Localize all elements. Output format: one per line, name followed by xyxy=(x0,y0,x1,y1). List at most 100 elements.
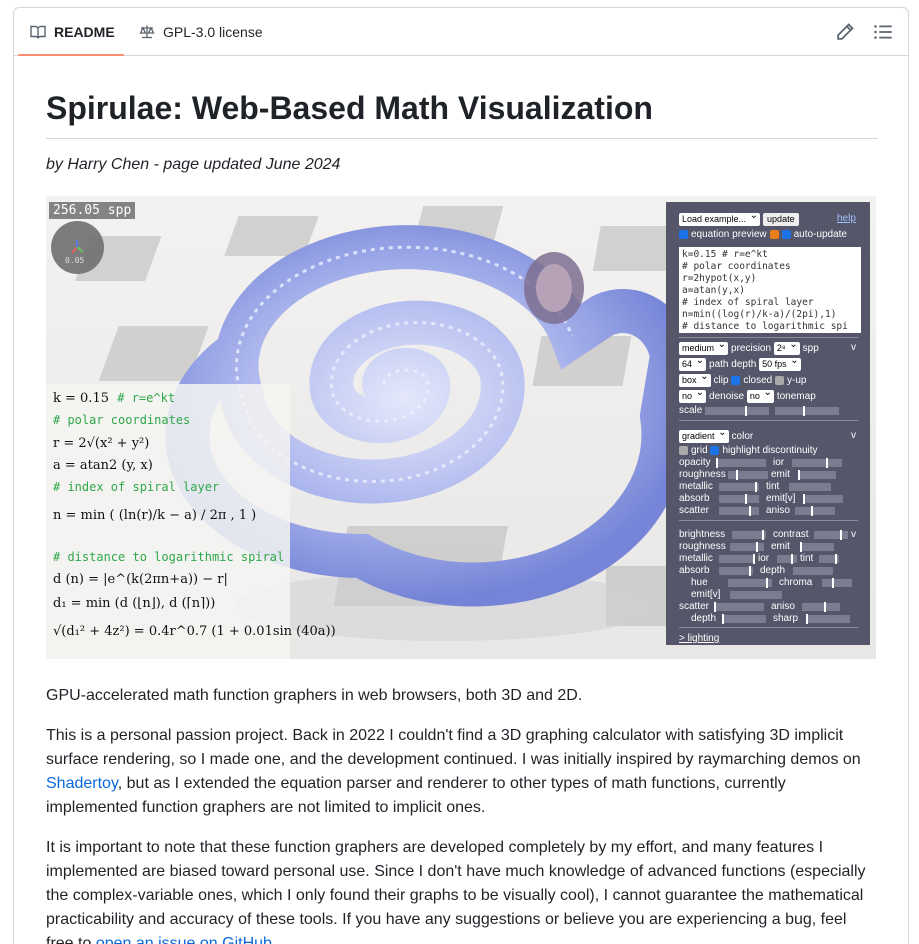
eq-surface: √(d₁² + 4z²) = 0.4r^0.7 (1 + 0.01sin (40… xyxy=(53,624,336,639)
scale-slider[interactable] xyxy=(705,405,770,416)
lighting-toggle[interactable]: > lighting xyxy=(679,633,719,644)
roughness2-label: roughness xyxy=(679,541,726,552)
auto-update-label: auto-update xyxy=(793,229,847,240)
emit2-label: emit xyxy=(771,541,790,552)
emit-slider[interactable] xyxy=(798,469,836,480)
help-link[interactable]: help xyxy=(837,213,856,224)
emit-label: emit xyxy=(771,469,790,480)
color-select[interactable]: gradient xyxy=(679,426,729,443)
eq-d1: d₁ = min (d (⌊n⌋), d (⌈n⌉)) xyxy=(53,596,216,611)
github-issue-link[interactable]: open an issue on GitHub xyxy=(96,935,272,944)
metallic-label: metallic xyxy=(679,481,713,492)
tint-slider[interactable] xyxy=(789,482,831,491)
collapse-toggle-2[interactable]: v xyxy=(851,430,856,441)
tonemap-select[interactable]: no xyxy=(746,386,774,403)
clip-label: clip xyxy=(713,375,729,386)
spp-label: spp xyxy=(802,343,819,354)
roughness-label: roughness xyxy=(679,469,726,480)
equation-preview-checkbox[interactable] xyxy=(679,230,688,239)
update-button[interactable]: update xyxy=(763,213,799,226)
sharp-label: sharp xyxy=(773,613,799,624)
metallic-slider[interactable] xyxy=(719,481,759,492)
depth-slider[interactable] xyxy=(793,566,833,575)
active-tab-underline xyxy=(18,54,124,56)
collapse-toggle-3[interactable]: v xyxy=(851,529,856,540)
scatter2-label: scatter xyxy=(679,601,710,612)
ior-slider[interactable] xyxy=(792,457,842,468)
metallic2-slider[interactable] xyxy=(719,553,755,564)
tint2-slider[interactable] xyxy=(819,553,839,564)
equation-editor[interactable]: k=0.15 # r=e^kt # polar coordinates r=2hyp… xyxy=(679,247,861,333)
tint2-label: tint xyxy=(800,553,814,564)
emit2-slider[interactable] xyxy=(800,541,834,552)
opacity-label: opacity xyxy=(679,457,711,468)
shadertoy-link[interactable]: Shadertoy xyxy=(46,775,118,792)
load-example-select[interactable]: Load example... xyxy=(679,209,761,226)
aniso2-slider[interactable] xyxy=(802,601,840,612)
emit-v-label: emit[v] xyxy=(766,493,796,504)
divider xyxy=(679,420,858,421)
grid-checkbox[interactable] xyxy=(679,446,688,455)
pencil-icon[interactable] xyxy=(835,22,855,42)
auto-update-checkbox[interactable] xyxy=(781,230,791,239)
denoise-select[interactable]: no xyxy=(679,386,707,403)
law-scale-icon xyxy=(139,25,155,39)
fps-select[interactable]: 50 fps xyxy=(759,354,801,371)
precision-label: precision xyxy=(731,343,772,354)
contrast-slider[interactable] xyxy=(814,529,848,540)
emit-v-slider[interactable] xyxy=(803,493,843,504)
list-unordered-icon[interactable] xyxy=(873,22,893,42)
contrast-label: contrast xyxy=(773,529,809,540)
chroma-slider[interactable] xyxy=(822,577,852,588)
y-up-label: y-up xyxy=(787,375,807,386)
depth2-label: depth xyxy=(691,613,717,624)
orange-toggle-checkbox[interactable] xyxy=(769,230,779,239)
eq-n: n = min ( (ln(r)/k − a) / 2π , 1 ) xyxy=(53,508,257,523)
aniso-label: aniso xyxy=(766,505,790,516)
brightness-label: brightness xyxy=(679,529,726,540)
y-up-checkbox[interactable] xyxy=(775,376,784,385)
hue-slider[interactable] xyxy=(728,577,772,588)
hero-image: 256.05 spp 0.05 k = 0.15 # r=e^kt # pola… xyxy=(46,196,876,659)
roughness-slider[interactable] xyxy=(728,469,768,480)
scale-slider-2[interactable] xyxy=(775,405,840,416)
opacity-slider[interactable] xyxy=(716,457,766,468)
absorb2-slider[interactable] xyxy=(719,565,753,576)
collapse-toggle-1[interactable]: v xyxy=(851,342,856,353)
tint-label: tint xyxy=(766,481,780,492)
ior2-slider[interactable] xyxy=(777,553,797,564)
eq-a: a = atan2 (y, x) xyxy=(53,458,153,473)
scatter-slider[interactable] xyxy=(719,505,759,516)
ior-label: ior xyxy=(773,457,785,468)
scatter2-slider[interactable] xyxy=(714,601,764,612)
depth2-slider[interactable] xyxy=(722,613,766,624)
scale-label: scale xyxy=(679,405,703,416)
tab-readme[interactable]: README xyxy=(30,8,115,56)
closed-checkbox[interactable] xyxy=(731,376,741,385)
highlight-checkbox[interactable] xyxy=(710,446,720,455)
eq-comment-index: # index of spiral layer xyxy=(53,480,220,494)
gizmo-value: 0.05 xyxy=(65,256,85,265)
axis-gizmo[interactable]: 0.05 xyxy=(51,221,104,274)
sharp-slider[interactable] xyxy=(806,613,850,624)
chroma-label: chroma xyxy=(779,577,813,588)
passion-paragraph: This is a personal passion project. Back… xyxy=(46,727,861,816)
absorb-slider[interactable] xyxy=(719,493,759,504)
metallic2-label: metallic xyxy=(679,553,713,564)
equation-preview-label: equation preview xyxy=(691,229,767,240)
absorb2-label: absorb xyxy=(679,565,710,576)
book-icon xyxy=(30,25,46,40)
color-label: color xyxy=(731,431,754,442)
roughness2-slider[interactable] xyxy=(730,541,764,552)
axis-gizmo-icon xyxy=(71,240,84,254)
emit-v2-slider[interactable] xyxy=(730,590,782,599)
aniso-slider[interactable] xyxy=(795,505,835,516)
control-panel: Load example... update help equation pre… xyxy=(666,202,870,645)
page-title: Spirulae: Web-Based Math Visualization xyxy=(46,88,878,139)
eq-k: k = 0.15 # r=e^kt xyxy=(53,391,176,406)
path-depth-label: path depth xyxy=(709,359,757,370)
absorb-label: absorb xyxy=(679,493,710,504)
eq-comment-polar: # polar coordinates xyxy=(53,413,191,427)
brightness-slider[interactable] xyxy=(732,529,766,540)
tab-license[interactable]: GPL-3.0 license xyxy=(139,8,263,56)
